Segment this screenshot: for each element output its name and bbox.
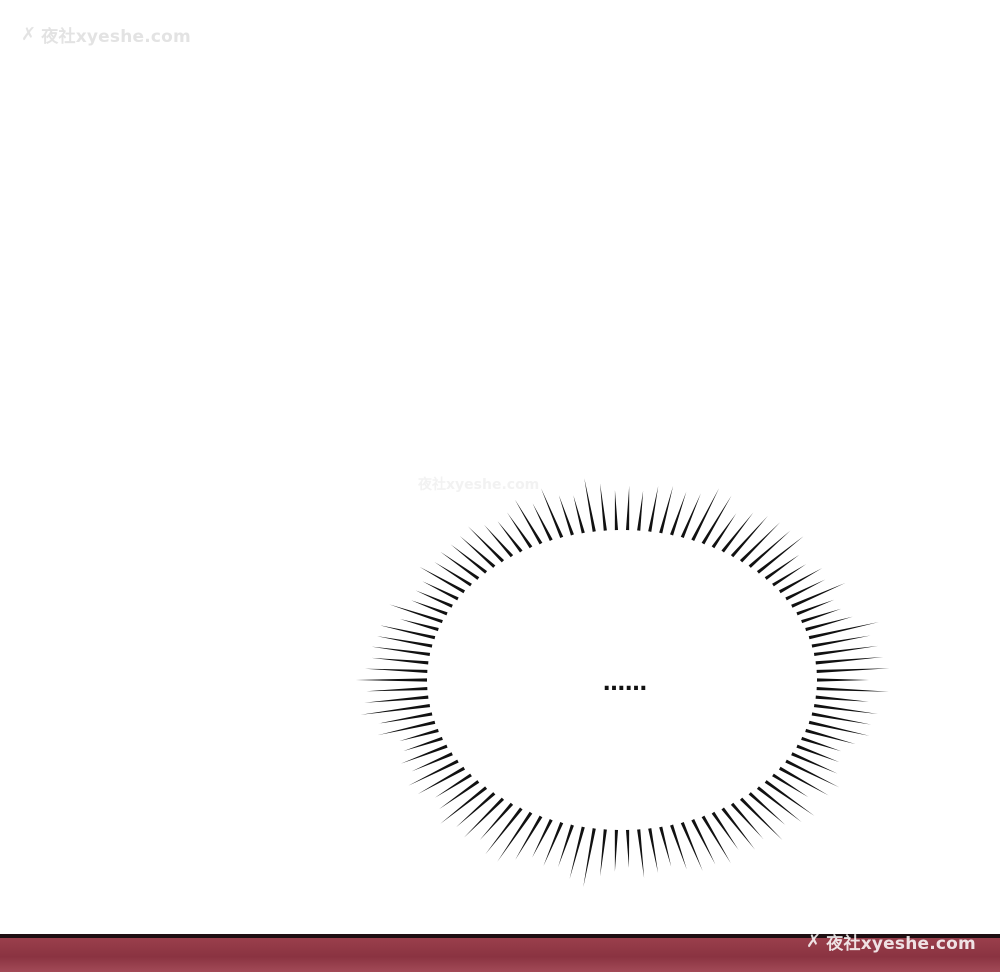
burst-ray: [417, 766, 466, 795]
watermark-text: 夜社xyeshe.com: [826, 934, 976, 954]
burst-ray: [459, 536, 496, 568]
burst-ray: [625, 485, 630, 531]
burst-ray: [497, 521, 523, 553]
burst-ray: [637, 829, 645, 879]
burst-ray: [816, 668, 890, 674]
burst-ray: [680, 822, 703, 872]
burst-ray: [541, 488, 564, 538]
burst-ray: [569, 826, 585, 880]
burst-ray: [808, 621, 879, 640]
burst-ray: [637, 490, 644, 531]
burst-ray: [701, 495, 732, 545]
burst-ray: [515, 815, 543, 861]
burst-ray: [811, 712, 872, 725]
burst-ray: [484, 524, 514, 558]
burst-ray: [701, 815, 731, 864]
burst-ray: [625, 829, 630, 868]
burst-ray: [785, 579, 826, 601]
burst-ray: [360, 703, 431, 715]
burst-ray: [815, 695, 869, 702]
burst-ray: [791, 752, 838, 774]
burst-ray: [364, 668, 428, 674]
burst-ray: [434, 561, 472, 587]
burst-ray: [400, 744, 448, 764]
burst-ray: [648, 486, 659, 532]
burst-ray: [411, 752, 453, 772]
burst-ray: [434, 773, 472, 798]
burst-ray: [730, 515, 769, 558]
speech-burst: [355, 478, 890, 888]
burst-ray: [419, 566, 466, 594]
burst-ray: [614, 829, 619, 872]
burst-ray: [778, 568, 823, 594]
burst-ray: [813, 703, 878, 715]
burst-ray: [479, 802, 514, 840]
burst-ray: [439, 780, 480, 810]
burst-ray: [691, 819, 716, 865]
watermark-bottom: ✗ 夜社xyeshe.com: [806, 929, 976, 954]
burst-ray: [497, 811, 533, 862]
burst-ray: [514, 499, 543, 545]
burst-ray: [558, 495, 574, 536]
burst-ray: [450, 544, 488, 574]
burst-ray: [659, 826, 672, 867]
burst-ray: [785, 759, 840, 788]
burst-ray: [399, 728, 439, 742]
burst-ray: [366, 686, 428, 692]
burst-ray: [711, 513, 737, 549]
burst-ray: [659, 485, 674, 534]
burst-ray: [721, 512, 754, 553]
burst-ray: [600, 483, 607, 531]
burst-ray: [371, 657, 429, 665]
x-logo-icon: ✗: [806, 931, 822, 952]
burst-ray: [711, 811, 739, 850]
burst-ray: [772, 773, 809, 798]
burst-ray: [456, 792, 496, 828]
burst-ray: [670, 824, 687, 870]
burst-ray: [748, 792, 786, 826]
burst-ray: [691, 488, 720, 541]
burst-ray: [371, 646, 431, 657]
burst-ray: [378, 712, 433, 724]
burst-ray: [772, 564, 807, 587]
burst-ray: [791, 582, 846, 608]
burst-ray: [670, 491, 687, 536]
burst-ray: [389, 604, 443, 624]
burst-ray: [558, 824, 574, 867]
burst-ray: [811, 635, 871, 648]
burst-ray: [422, 581, 459, 601]
burst-ray: [573, 495, 585, 534]
burst-ray: [778, 766, 829, 796]
burst-ray: [648, 828, 659, 873]
burst-ray: [721, 807, 755, 850]
burst-ray: [600, 829, 607, 877]
burst-ray: [408, 759, 459, 786]
burst-ray: [355, 678, 427, 682]
burst-ray: [813, 645, 879, 657]
burst-ray: [730, 802, 764, 840]
burst-ray: [614, 490, 619, 531]
speech-text: ……: [603, 670, 647, 696]
burst-ray: [468, 526, 505, 563]
burst-ray: [377, 636, 433, 648]
burst-ray: [583, 828, 596, 888]
burst-ray: [399, 619, 439, 632]
burst-ray: [364, 695, 429, 703]
burst-ray: [815, 656, 884, 665]
burst-ray: [584, 478, 596, 532]
burst-ray: [817, 678, 869, 682]
burst-ray: [816, 686, 889, 692]
burst-ray: [764, 554, 800, 580]
burst-ray: [440, 551, 480, 580]
burst-ray: [507, 512, 533, 549]
